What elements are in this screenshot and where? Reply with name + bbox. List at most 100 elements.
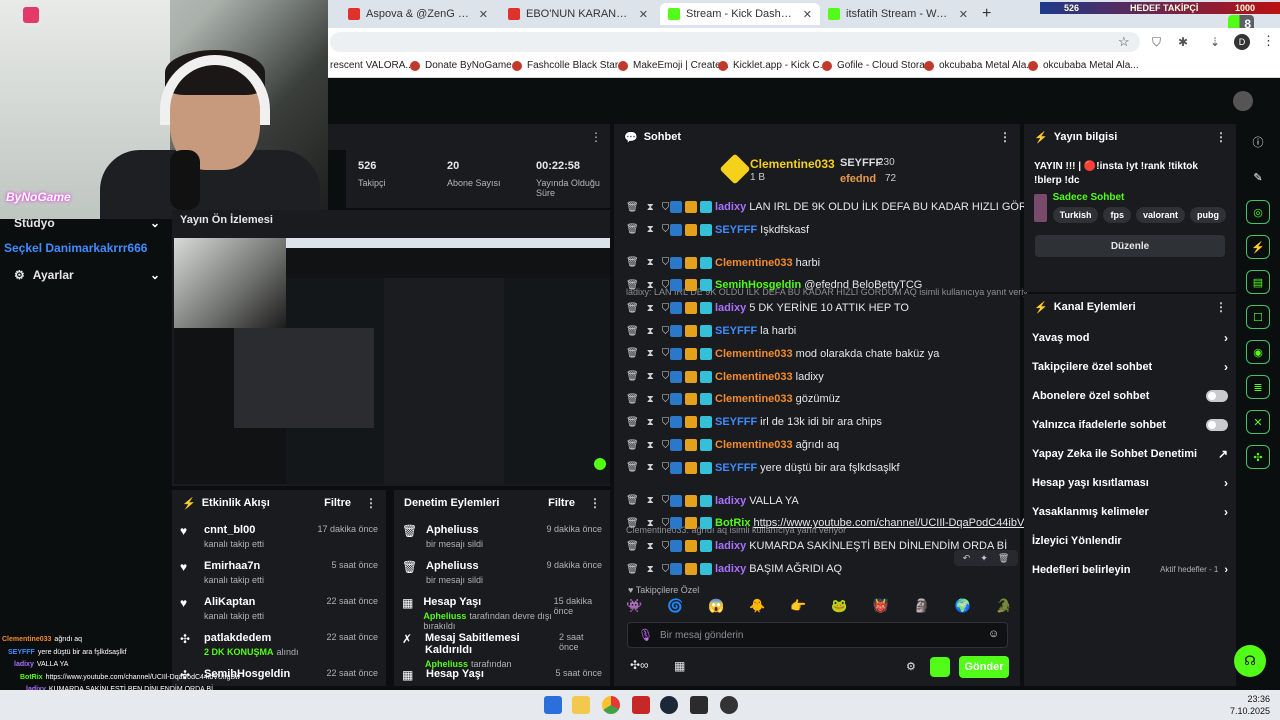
toggle-switch[interactable]: [1206, 418, 1228, 431]
delete-icon[interactable]: 🗑: [626, 541, 639, 552]
browser-tab[interactable]: itsfatih Stream - Watch Live on✕: [820, 3, 976, 25]
third-name[interactable]: efednd: [840, 173, 876, 185]
file-explorer-icon[interactable]: [572, 696, 590, 714]
activity-filter-button[interactable]: Filtre: [324, 497, 351, 509]
chat-username[interactable]: Clementine033: [715, 257, 793, 269]
emoji-icon[interactable]: ☺: [988, 628, 999, 640]
delete-icon[interactable]: 🗑: [626, 224, 639, 235]
edit-button[interactable]: Düzenle: [1035, 235, 1225, 257]
chat-username[interactable]: ladixy: [715, 495, 746, 507]
feed-name[interactable]: Apheliuss: [426, 560, 483, 572]
chat-username[interactable]: SemihHosgeldin: [715, 279, 801, 291]
chat-username[interactable]: ladixy: [715, 563, 746, 575]
browser-tab[interactable]: EBO'NUN KARANLIK YÜZÜ | Tu✕: [500, 3, 656, 25]
close-icon[interactable]: ✕: [471, 8, 488, 21]
shield-icon[interactable]: ⛉: [662, 303, 670, 314]
send-button[interactable]: Gönder: [959, 656, 1009, 678]
channel-action[interactable]: Abonelere özel sohbet: [1024, 381, 1236, 410]
timeout-icon[interactable]: ⧗: [647, 440, 654, 451]
store-icon[interactable]: ▦: [674, 659, 685, 673]
steam-icon[interactable]: [660, 696, 678, 714]
bookmark[interactable]: Fashcolle Black Star...: [512, 60, 626, 71]
downloads-icon[interactable]: ⇣: [1210, 35, 1220, 49]
more-icon[interactable]: ⋮: [589, 496, 601, 510]
emote-icon[interactable]: 🌀: [667, 598, 683, 618]
bookmark[interactable]: MakeEmoji | Create...: [618, 60, 729, 71]
app-icon[interactable]: [690, 696, 708, 714]
feed-name[interactable]: Mesaj Sabitlemesi Kaldırıldı: [425, 632, 559, 656]
emote-icon[interactable]: 🐸: [831, 598, 847, 618]
delete-icon[interactable]: 🗑: [626, 371, 639, 382]
windows-start-icon[interactable]: [544, 696, 562, 714]
tag[interactable]: fps: [1103, 207, 1131, 223]
emote-icon[interactable]: 🌍: [955, 598, 971, 618]
app-icon[interactable]: [632, 696, 650, 714]
bookmark[interactable]: Kicklet.app - Kick C...: [718, 60, 828, 71]
feed-name[interactable]: Hesap Yaşı: [426, 668, 484, 680]
user-avatar[interactable]: [1233, 91, 1253, 111]
shield-icon[interactable]: ⛉: [662, 257, 670, 268]
chat-username[interactable]: ladixy: [715, 540, 746, 552]
timeout-icon[interactable]: ⧗: [647, 564, 654, 575]
delete-icon[interactable]: 🗑: [626, 440, 639, 451]
settings-icon[interactable]: ⚙: [906, 660, 916, 673]
clock[interactable]: 23:36 7.10.2025: [1230, 693, 1270, 717]
tag[interactable]: valorant: [1135, 207, 1185, 223]
delete-icon[interactable]: 🗑: [626, 495, 639, 506]
sidebar-item-settings[interactable]: ⚙ Ayarlar ⌄: [14, 268, 160, 282]
shield-icon[interactable]: ⛉: [662, 371, 670, 382]
timeout-icon[interactable]: ⧗: [647, 326, 654, 337]
shield-icon[interactable]: ⛉: [662, 394, 670, 405]
shield-icon[interactable]: ⛉: [662, 326, 670, 337]
delete-icon[interactable]: 🗑: [626, 348, 639, 359]
preview-video[interactable]: [174, 238, 610, 484]
delete-icon[interactable]: 🗑: [626, 280, 639, 291]
wrench-icon[interactable]: ✕: [1246, 410, 1270, 434]
chat-message[interactable]: 🗑 ⧗ ⛉ BotRix https://www.youtube.com/channel…: [626, 513, 1059, 533]
feed-name[interactable]: Apheliuss: [426, 524, 483, 536]
bolt-icon[interactable]: ⚡: [1246, 235, 1270, 259]
shield-icon[interactable]: ⛉: [1152, 35, 1161, 50]
bookmark[interactable]: okcubaba Metal Ala...: [1028, 60, 1139, 71]
delete-icon[interactable]: 🗑: [626, 202, 639, 213]
chat-message[interactable]: 🗑 ⧗ ⛉ ladixy VALLA YA: [626, 491, 799, 511]
delete-icon[interactable]: 🗑: [998, 553, 1009, 564]
chat-username[interactable]: BotRix: [715, 517, 750, 529]
moderation-filter-button[interactable]: Filtre: [548, 497, 575, 509]
chat-username[interactable]: SEYFFF: [715, 325, 757, 337]
emote-icon[interactable]: 🗿: [914, 598, 930, 618]
timeout-icon[interactable]: ⧗: [647, 541, 654, 552]
channel-action[interactable]: İzleyici Yönlendir: [1024, 526, 1236, 555]
chat-message[interactable]: 🗑 ⧗ ⛉ Clementine033 ağrıdı aq: [626, 435, 839, 455]
chat-username[interactable]: Clementine033: [715, 439, 793, 451]
delete-icon[interactable]: 🗑: [626, 417, 639, 428]
timeout-icon[interactable]: ⧗: [647, 257, 654, 268]
bookmark[interactable]: rescent VALORA...: [330, 60, 414, 71]
target-icon[interactable]: ◎: [1246, 200, 1270, 224]
browser-tab[interactable]: Stream - Kick Dashboard✕: [660, 3, 820, 25]
delete-icon[interactable]: 🗑: [626, 257, 639, 268]
delete-icon[interactable]: 🗑: [626, 518, 639, 529]
feed-name[interactable]: Hesap Yaşı: [423, 596, 553, 608]
timeout-icon[interactable]: ⧗: [647, 495, 654, 506]
reply-icon[interactable]: ↶: [963, 553, 971, 564]
shield-icon[interactable]: ⛉: [662, 280, 670, 291]
chat-input[interactable]: 🎙 Bir mesaj gönderin ☺: [627, 622, 1008, 648]
timeout-icon[interactable]: ⧗: [647, 303, 654, 314]
shield-icon[interactable]: ⛉: [662, 564, 670, 575]
star-icon[interactable]: ☆: [1118, 34, 1130, 50]
shield-icon[interactable]: ⛉: [662, 348, 670, 359]
channel-action[interactable]: Yasaklanmış kelimeler ›: [1024, 497, 1236, 526]
chat-message[interactable]: 🗑 ⧗ ⛉ ladixy BAŞIM AĞRIDI AQ: [626, 559, 842, 579]
emote-icon[interactable]: 👹: [872, 598, 888, 618]
chat-username[interactable]: ladixy: [715, 201, 746, 213]
info-icon[interactable]: ⓘ: [1246, 130, 1270, 154]
timeout-icon[interactable]: ⧗: [647, 462, 654, 473]
new-tab-button[interactable]: +: [982, 5, 991, 23]
bookmark[interactable]: Donate ByNoGame...: [410, 60, 520, 71]
more-icon[interactable]: ⋮: [1215, 130, 1227, 144]
sidebar-item-channel[interactable]: Seçkel Danimarkakrrr666: [4, 241, 174, 255]
mic-icon[interactable]: 🎙: [638, 628, 653, 642]
feed-name[interactable]: Emirhaa7n: [204, 560, 264, 572]
timeout-icon[interactable]: ⧗: [647, 202, 654, 213]
